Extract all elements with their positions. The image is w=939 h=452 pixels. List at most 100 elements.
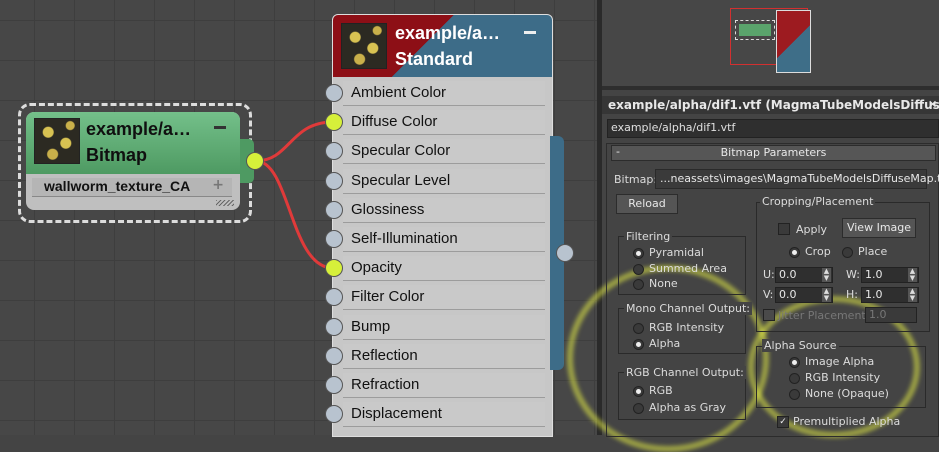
filter-none-radio[interactable] xyxy=(633,279,644,290)
slot-row[interactable]: Specular Color xyxy=(343,139,545,165)
material-node-type: Standard xyxy=(395,49,474,69)
spinner-arrows-icon[interactable]: ▲ ▼ xyxy=(822,288,831,302)
rollout-header[interactable]: - Bitmap Parameters xyxy=(611,145,936,161)
rgb-channel-label: RGB Channel Output: xyxy=(624,366,746,379)
image-alpha-radio[interactable] xyxy=(789,357,800,368)
place-radio[interactable] xyxy=(842,247,853,258)
view-image-button[interactable]: View Image xyxy=(842,218,916,238)
slot-row[interactable]: Reflection xyxy=(343,343,545,369)
v-spinner[interactable]: 0.0 ▲ ▼ xyxy=(775,287,833,303)
none-opaque-radio[interactable] xyxy=(789,389,800,400)
slot-row[interactable]: Filter Color xyxy=(343,285,545,311)
spinner-down[interactable]: ▼ xyxy=(824,294,829,302)
reload-button[interactable]: Reload xyxy=(616,194,678,214)
slot-input-socket[interactable] xyxy=(325,171,343,190)
v-value: 0.0 xyxy=(779,288,797,301)
minimize-icon[interactable] xyxy=(214,126,226,129)
material-node[interactable]: example/a… Standard Ambient Color Diffuse… xyxy=(332,14,553,437)
filter-summed-area-radio[interactable] xyxy=(633,264,644,275)
jitter-value: 1.0 xyxy=(869,308,887,321)
map-name-value: example/alpha/dif1.vtf xyxy=(611,121,736,134)
navigator-view[interactable] xyxy=(602,0,939,90)
material-editor-title-bar: example/alpha/dif1.vtf (MagmaTubeModelsD… xyxy=(602,96,939,114)
premultiplied-checkbox[interactable]: ✓ xyxy=(777,416,789,428)
jitter-checkbox[interactable] xyxy=(763,309,775,321)
material-node-header[interactable]: example/a… Standard xyxy=(333,15,552,77)
slot-input-socket[interactable] xyxy=(325,376,343,394)
apply-checkbox[interactable] xyxy=(778,223,790,235)
slot-row[interactable]: Opacity xyxy=(343,256,545,282)
rgb-output-label: RGB xyxy=(649,384,673,397)
mono-rgb-intensity-label: RGB Intensity xyxy=(649,321,725,334)
slot-row[interactable]: Self-Illumination xyxy=(343,227,545,252)
crop-label: Crop xyxy=(805,245,831,258)
material-output-socket[interactable] xyxy=(556,244,574,262)
expand-plus-icon[interactable]: + xyxy=(212,177,224,193)
close-icon[interactable]: ✕ xyxy=(928,98,937,111)
u-spinner[interactable]: 0.0 ▲ ▼ xyxy=(775,267,833,283)
spinner-down[interactable]: ▼ xyxy=(910,274,915,282)
w-label: W: xyxy=(846,268,860,281)
spinner-arrows-icon[interactable]: ▲ ▼ xyxy=(908,268,917,282)
slot-row[interactable]: Bump xyxy=(343,314,545,340)
panel-title: example/alpha/dif1.vtf (MagmaTubeModelsD… xyxy=(608,98,939,112)
h-value: 1.0 xyxy=(865,288,883,301)
minimize-icon[interactable] xyxy=(524,31,536,34)
material-thumbnail xyxy=(341,23,387,69)
bitmap-node-title: example/a… xyxy=(86,119,192,139)
slot-input-socket[interactable] xyxy=(325,230,343,248)
h-spinner[interactable]: 1.0 ▲ ▼ xyxy=(861,287,919,303)
material-node-title: example/a… xyxy=(395,23,501,43)
bitmap-output-socket[interactable] xyxy=(246,152,264,170)
cropping-label: Cropping/Placement xyxy=(760,195,876,208)
spinner-arrows-icon[interactable]: ▲ ▼ xyxy=(822,268,831,282)
slot-row[interactable]: Glossiness xyxy=(343,197,545,223)
alpha-as-gray-radio[interactable] xyxy=(633,403,644,414)
slot-row[interactable]: Specular Level xyxy=(343,168,545,194)
bitmap-node-header[interactable]: example/a… Bitmap xyxy=(26,112,240,174)
slot-input-socket[interactable] xyxy=(325,346,343,365)
slot-input-socket[interactable] xyxy=(325,317,343,336)
bitmap-thumbnail xyxy=(34,118,80,164)
premultiplied-label: Premultiplied Alpha xyxy=(793,415,901,428)
mono-alpha-radio[interactable] xyxy=(633,339,644,350)
none-opaque-label: None (Opaque) xyxy=(805,387,889,400)
bitmap-node-subrow[interactable]: wallworm_texture_CA + xyxy=(32,177,232,197)
filtering-label: Filtering xyxy=(624,230,673,243)
alpha-rgb-intensity-label: RGB Intensity xyxy=(805,371,881,384)
w-spinner[interactable]: 1.0 ▲ ▼ xyxy=(861,267,919,283)
slot-label: Filter Color xyxy=(351,288,425,306)
spinner-down[interactable]: ▼ xyxy=(824,274,829,282)
mono-rgb-intensity-radio[interactable] xyxy=(633,323,644,334)
slot-row[interactable]: Diffuse Color xyxy=(343,110,545,136)
slot-input-socket[interactable] xyxy=(325,200,343,219)
filter-none-label: None xyxy=(649,277,678,290)
slot-row[interactable]: Ambient Color xyxy=(343,81,545,106)
bitmap-path-button[interactable]: ...neassets\images\MagmaTubeModelsDiffus… xyxy=(655,169,939,189)
filter-pyramidal-radio[interactable] xyxy=(633,248,644,259)
alpha-rgb-intensity-radio[interactable] xyxy=(789,373,800,384)
spinner-arrows-icon[interactable]: ▲ ▼ xyxy=(908,288,917,302)
map-name-field[interactable]: example/alpha/dif1.vtf xyxy=(607,119,939,138)
u-value: 0.0 xyxy=(779,268,797,281)
jitter-spinner[interactable]: 1.0 xyxy=(865,307,917,323)
slot-label: Bump xyxy=(351,317,391,335)
crop-radio[interactable] xyxy=(789,247,800,258)
slot-label: Opacity xyxy=(351,259,402,277)
jitter-label: Jitter Placement: xyxy=(778,309,870,322)
rgb-output-radio[interactable] xyxy=(633,386,644,397)
slot-label: Displacement xyxy=(351,405,442,423)
rollout-title: Bitmap Parameters xyxy=(720,146,827,159)
slot-label: Refraction xyxy=(351,376,420,393)
navigator-bitmap-node xyxy=(735,20,775,40)
bitmap-node[interactable]: example/a… Bitmap wallworm_texture_CA + xyxy=(26,112,240,210)
wire-opacity xyxy=(255,159,334,270)
mono-channel-label: Mono Channel Output: xyxy=(624,302,752,315)
resize-grip-icon[interactable] xyxy=(216,200,234,206)
filter-pyramidal-label: Pyramidal xyxy=(649,246,704,259)
slot-input-socket[interactable] xyxy=(325,84,343,102)
slot-row[interactable]: Refraction xyxy=(343,373,545,398)
spinner-down[interactable]: ▼ xyxy=(910,294,915,302)
slot-row[interactable]: Displacement xyxy=(343,402,545,428)
alpha-source-label: Alpha Source xyxy=(762,339,839,352)
